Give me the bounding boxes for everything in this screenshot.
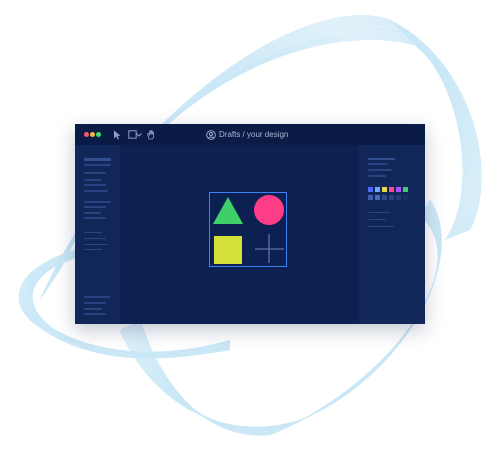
panel-line [84,158,111,161]
circle-shape[interactable] [254,195,284,225]
panel-line [368,219,386,220]
breadcrumb-text: Drafts / your design [219,130,289,139]
plus-shape[interactable] [255,234,284,263]
panel-line [84,212,101,214]
color-palette [368,195,408,200]
color-swatch[interactable] [389,187,394,192]
illustration: Drafts / your design [0,0,500,449]
user-icon [206,129,216,140]
color-swatch[interactable] [368,195,373,200]
panel-line [84,179,101,181]
color-palette [368,187,408,192]
minimize-dot[interactable] [90,132,95,137]
panel-line [368,175,386,177]
design-canvas[interactable] [120,145,359,324]
color-swatch[interactable] [368,187,373,192]
properties-panel [359,145,425,324]
chevron-down-icon[interactable] [135,129,142,140]
panel-line [84,164,111,166]
close-dot[interactable] [84,132,89,137]
color-swatch[interactable] [382,195,387,200]
color-swatch[interactable] [375,187,380,192]
color-swatch[interactable] [396,195,401,200]
panel-line [84,308,102,310]
title-bar: Drafts / your design [75,124,425,145]
color-swatch[interactable] [396,187,401,192]
color-swatch[interactable] [389,195,394,200]
panel-line [84,190,108,192]
panel-line [84,238,106,239]
panel-line [84,184,106,186]
canvas-shapes [213,195,284,264]
triangle-shape[interactable] [213,197,243,224]
app-window: Drafts / your design [75,124,425,324]
layers-panel [75,145,120,324]
color-swatch[interactable] [403,187,408,192]
panel-line [84,249,102,250]
panel-line [368,163,388,165]
panel-line [84,302,106,304]
pointer-icon[interactable] [112,129,123,140]
panel-line [368,158,395,160]
panel-line [84,172,106,174]
color-swatch[interactable] [375,195,380,200]
maximize-dot[interactable] [96,132,101,137]
panel-line [84,313,106,315]
panel-line [368,212,390,213]
square-shape[interactable] [214,236,242,264]
color-swatch[interactable] [382,187,387,192]
panel-line [368,226,394,227]
breadcrumb[interactable]: Drafts / your design [206,128,288,141]
panel-line [84,296,110,298]
panel-line [84,217,106,219]
panel-line [84,244,108,245]
panel-line [84,232,102,233]
hand-icon[interactable] [145,129,156,140]
panel-line [84,206,106,208]
panel-line [84,201,111,203]
color-swatch[interactable] [403,195,408,200]
panel-line [368,169,392,171]
